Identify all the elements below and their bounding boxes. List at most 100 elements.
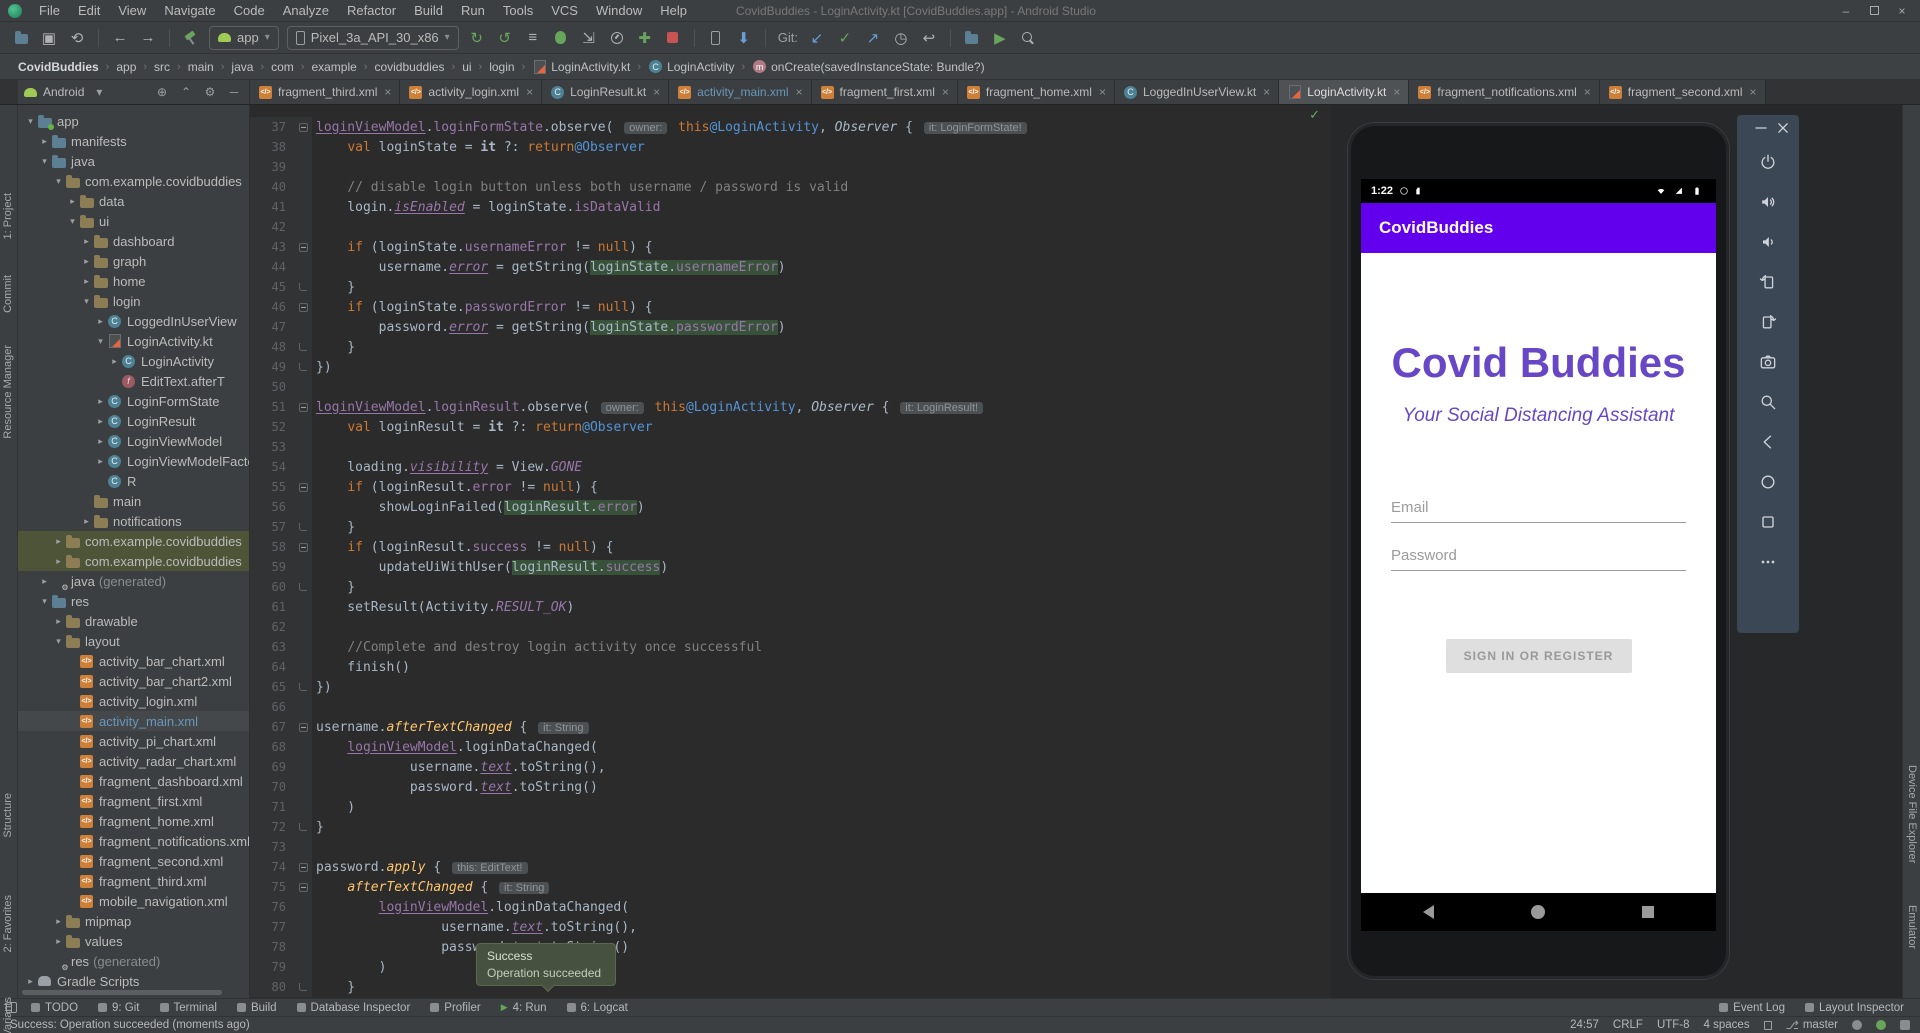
breadcrumb-item[interactable]: C LoginActivity [644, 58, 738, 75]
volume-up-icon[interactable] [1751, 185, 1785, 219]
tree-item-fragment_second.xml[interactable]: </> fragment_second.xml [18, 851, 249, 871]
breadcrumb-item[interactable]: app [112, 59, 140, 75]
tool-button-4: Run[interactable]: ▶ 4: Run [491, 999, 557, 1017]
fold-collapse-icon[interactable] [298, 882, 308, 892]
locate-file-icon[interactable]: ⊕ [153, 85, 171, 99]
fold-marker[interactable] [294, 817, 312, 837]
tree-expand-arrow[interactable]: ▸ [94, 436, 107, 447]
email-field[interactable]: Email [1391, 493, 1686, 523]
tree-collapse-arrow[interactable]: ▾ [80, 296, 93, 307]
breadcrumb-item[interactable]: LoginActivity.kt [528, 58, 634, 75]
tree-item-activity_bar_chart2.xml[interactable]: </> activity_bar_chart2.xml [18, 671, 249, 691]
tab-close-icon[interactable]: × [1393, 85, 1400, 99]
device-manager-icon[interactable] [703, 26, 729, 50]
fold-collapse-icon[interactable] [298, 862, 308, 872]
password-field[interactable]: Password [1391, 541, 1686, 571]
tree-item-fragment_dashboard.xml[interactable]: </> fragment_dashboard.xml [18, 771, 249, 791]
tree-item-java[interactable]: ▸ java (generated) [18, 571, 249, 592]
indent-setting[interactable]: 4 spaces [1704, 1019, 1750, 1031]
search-everywhere-icon[interactable] [1015, 26, 1041, 50]
status-message[interactable]: Success: Operation succeeded (moments ag… [10, 1019, 250, 1031]
home-icon[interactable] [1751, 465, 1785, 499]
screenshot-icon[interactable] [1751, 345, 1785, 379]
menu-file[interactable]: File [30, 0, 69, 22]
indicator-icon[interactable] [1876, 1020, 1886, 1030]
git-branch-widget[interactable]: ⎇ master [1786, 1018, 1838, 1032]
tree-item-res[interactable]: ▾ res [18, 591, 249, 611]
file-encoding[interactable]: UTF-8 [1657, 1019, 1690, 1031]
tree-item-activity_pi_chart.xml[interactable]: </> activity_pi_chart.xml [18, 731, 249, 751]
tree-item-activity_bar_chart.xml[interactable]: </> activity_bar_chart.xml [18, 651, 249, 671]
tool-button-6: Logcat[interactable]: 6: Logcat [557, 999, 638, 1017]
tool-button-Terminal[interactable]: Terminal [150, 999, 227, 1017]
tab-close-icon[interactable]: × [1099, 85, 1106, 99]
tree-item-dashboard[interactable]: ▸ dashboard [18, 231, 249, 251]
tab-close-icon[interactable]: × [942, 85, 949, 99]
git-commit-icon[interactable]: ✓ [832, 26, 858, 50]
tree-item-LoggedInUserView[interactable]: ▸ C LoggedInUserView [18, 311, 249, 331]
menu-run[interactable]: Run [452, 0, 494, 22]
forward-icon[interactable]: → [135, 26, 161, 50]
tree-expand-arrow[interactable]: ▸ [94, 396, 107, 407]
breadcrumb-item[interactable]: m onCreate(savedInstanceState: Bundle?) [748, 58, 988, 75]
fold-marker[interactable] [294, 337, 312, 357]
menu-navigate[interactable]: Navigate [155, 0, 224, 22]
more-icon[interactable] [1751, 545, 1785, 579]
fold-marker[interactable] [294, 477, 312, 497]
tab-activity_login.xml[interactable]: </> activity_login.xml × [400, 80, 543, 104]
caret-position[interactable]: 24:57 [1570, 1019, 1599, 1031]
fold-collapse-icon[interactable] [298, 242, 308, 252]
tab-LoggedInUserView.kt[interactable]: C LoggedInUserView.kt × [1114, 80, 1280, 104]
fold-marker[interactable] [294, 117, 312, 137]
run-config-selector[interactable]: app ▾ [209, 25, 279, 50]
tree-item-LoginActivity[interactable]: ▸ C LoginActivity [18, 351, 249, 371]
menu-window[interactable]: Window [587, 0, 651, 22]
collapse-all-icon[interactable]: ⌃ [177, 85, 195, 99]
tree-item-LoginActivity.kt[interactable]: ▾ LoginActivity.kt [18, 331, 249, 351]
fold-marker[interactable] [294, 977, 312, 997]
tree-item-res[interactable]: res (generated) [18, 951, 249, 972]
fold-marker[interactable] [294, 517, 312, 537]
tree-item-activity_login.xml[interactable]: </> activity_login.xml [18, 691, 249, 711]
breadcrumb-item[interactable]: example [307, 59, 360, 75]
stripe-item-Emulator[interactable]: Emulator [1906, 905, 1918, 949]
git-push-icon[interactable]: ↗ [860, 26, 886, 50]
tree-item-layout[interactable]: ▾ layout [18, 631, 249, 651]
tree-expand-arrow[interactable]: ▸ [80, 516, 93, 527]
emulator-minimize-icon[interactable] [1751, 119, 1771, 137]
stripe-item-2: Favorites[interactable]: 2: Favorites [2, 895, 14, 952]
tree-expand-arrow[interactable]: ▸ [80, 256, 93, 267]
stripe-item-Device File Explorer[interactable]: Device File Explorer [1906, 765, 1918, 863]
tree-item-mipmap[interactable]: ▸ mipmap [18, 911, 249, 931]
tree-item-fragment_home.xml[interactable]: </> fragment_home.xml [18, 811, 249, 831]
tree-collapse-arrow[interactable]: ▾ [38, 596, 51, 607]
tree-expand-arrow[interactable]: ▸ [24, 976, 37, 987]
tab-close-icon[interactable]: × [1263, 85, 1270, 99]
tree-item-LoginResult[interactable]: ▸ C LoginResult [18, 411, 249, 431]
tool-button-9: Git[interactable]: 9: Git [88, 999, 149, 1017]
git-rollback-icon[interactable]: ↩ [916, 26, 942, 50]
menu-vcs[interactable]: VCS [542, 0, 587, 22]
tree-item-fragment_first.xml[interactable]: </> fragment_first.xml [18, 791, 249, 811]
tree-expand-arrow[interactable]: ▸ [94, 316, 107, 327]
emulator-close-icon[interactable] [1773, 119, 1793, 137]
tool-button-Event Log[interactable]: Event Log [1709, 999, 1795, 1017]
fold-marker[interactable] [294, 877, 312, 897]
menu-refactor[interactable]: Refactor [338, 0, 405, 22]
tree-item-ui[interactable]: ▾ ui [18, 211, 249, 231]
open-icon[interactable] [8, 26, 34, 50]
fold-marker[interactable] [294, 857, 312, 877]
menu-analyze[interactable]: Analyze [274, 0, 338, 22]
tree-expand-arrow[interactable]: ▸ [52, 916, 65, 927]
menu-build[interactable]: Build [405, 0, 452, 22]
tree-item-java[interactable]: ▾ java [18, 151, 249, 171]
rotate-left-icon[interactable] [1751, 265, 1785, 299]
settings-icon[interactable]: ⚙ [201, 85, 219, 99]
tab-close-icon[interactable]: × [1750, 85, 1757, 99]
breadcrumb-item[interactable]: main [184, 59, 218, 75]
tree-expand-arrow[interactable]: ▸ [80, 276, 93, 287]
tree-expand-arrow[interactable]: ▸ [66, 196, 79, 207]
minimize-button[interactable]: – [1832, 1, 1860, 21]
tree-item-fragment_notifications.xml[interactable]: </> fragment_notifications.xml [18, 831, 249, 851]
tool-windows-icon[interactable] [6, 1002, 17, 1013]
